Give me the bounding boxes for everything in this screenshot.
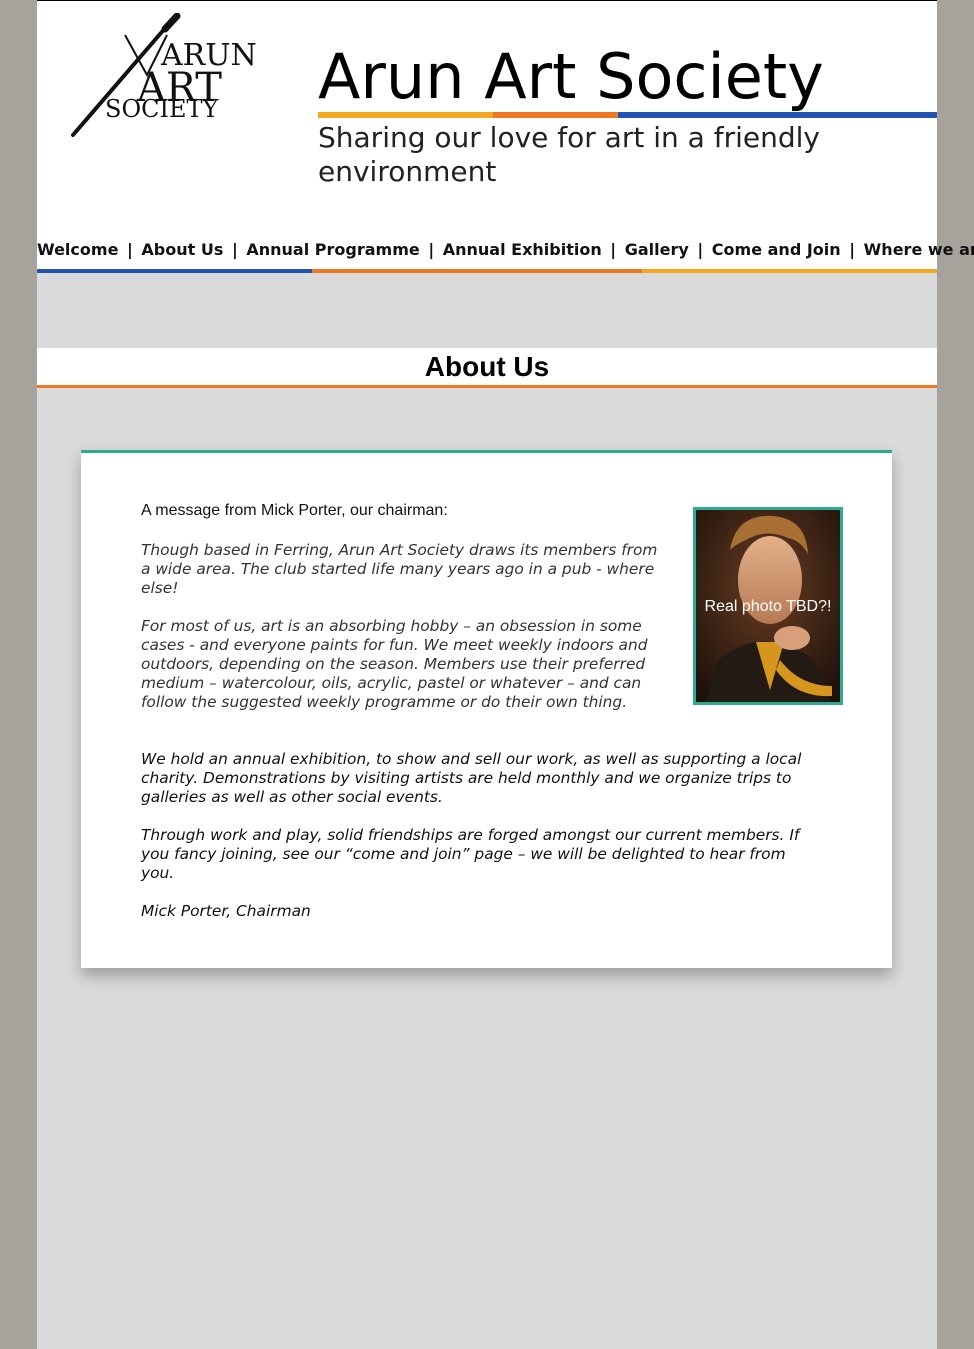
chairman-photo: Real photo TBD?!: [693, 507, 843, 705]
nav-item-about-us[interactable]: About Us: [141, 240, 223, 259]
site-header: ARUN ART SOCIETY Arun Art Society Sharin…: [37, 0, 974, 273]
paragraph: For most of us, art is an absorbing hobb…: [141, 617, 648, 711]
paragraph: Through work and play, solid friendships…: [141, 826, 800, 882]
about-card: A message from Mick Porter, our chairman…: [81, 450, 892, 968]
intro-text: A message from Mick Porter, our chairman…: [141, 502, 448, 519]
society-logo[interactable]: ARUN ART SOCIETY: [65, 13, 270, 141]
photo-caption: Real photo TBD?!: [704, 598, 832, 615]
nav-item-annual-programme[interactable]: Annual Programme: [246, 240, 419, 259]
nav-item-come-and-join[interactable]: Come and Join: [712, 240, 841, 259]
paragraph: Though based in Ferring, Arun Art Societ…: [141, 541, 658, 597]
nav-separator: |: [849, 240, 856, 259]
nav-item-welcome[interactable]: Welcome: [37, 240, 118, 259]
nav-separator: |: [428, 240, 435, 259]
nav-item-where-we-are[interactable]: Where we are: [864, 240, 974, 259]
page: ARUN ART SOCIETY Arun Art Society Sharin…: [37, 0, 974, 1349]
nav-underline: [37, 269, 937, 273]
nav-separator: |: [231, 240, 238, 259]
nav-item-gallery[interactable]: Gallery: [625, 240, 689, 259]
paragraph: We hold an annual exhibition, to show an…: [141, 750, 802, 806]
svg-text:SOCIETY: SOCIETY: [105, 95, 219, 123]
site-tagline: Sharing our love for art in a friendly e…: [318, 121, 820, 188]
nav-separator: |: [127, 240, 133, 259]
nav-separator: |: [610, 240, 617, 259]
main-nav: Welcome | About Us | Annual Programme | …: [37, 237, 974, 263]
site-title: Arun Art Society: [318, 40, 824, 113]
nav-item-annual-exhibition[interactable]: Annual Exhibition: [443, 240, 602, 259]
nav-separator: |: [697, 240, 704, 259]
page-title: About Us: [37, 348, 937, 388]
title-underline: [318, 112, 937, 118]
signature: Mick Porter, Chairman: [141, 902, 311, 920]
